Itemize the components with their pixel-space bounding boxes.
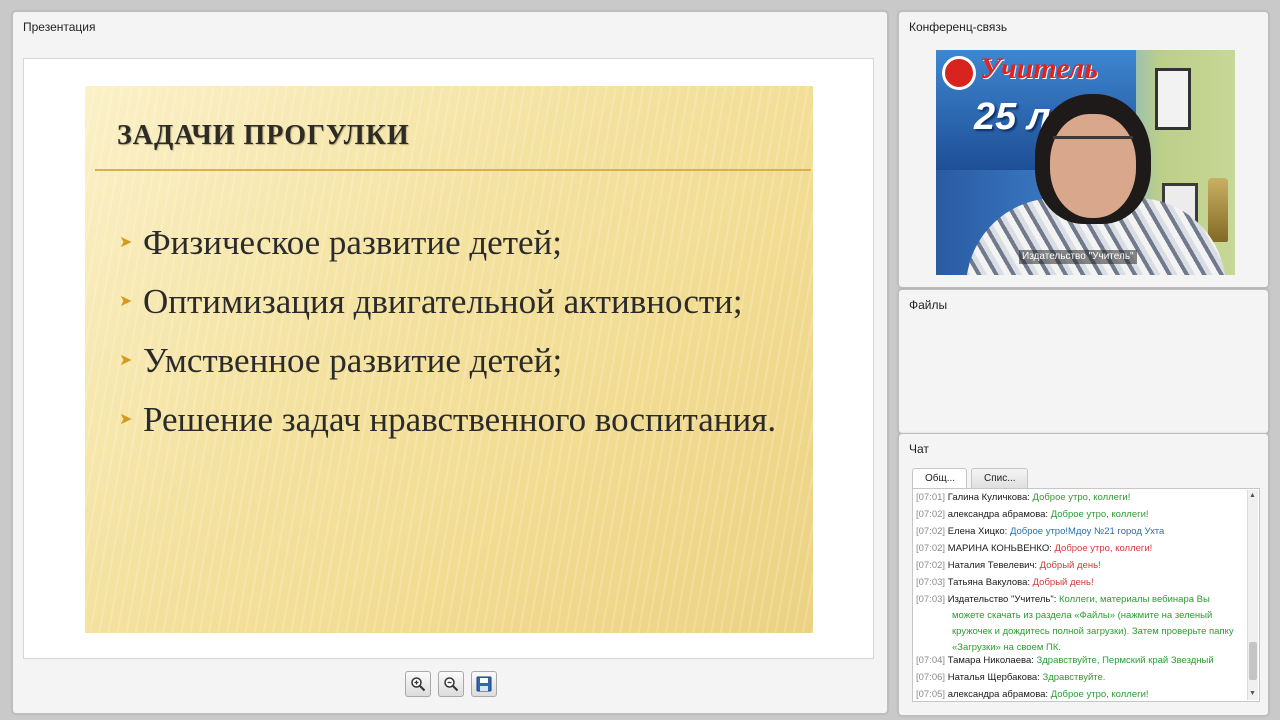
chat-scrollbar[interactable]: ▲ ▼ (1247, 490, 1258, 700)
files-title: Файлы (909, 298, 948, 312)
conference-title: Конференц-связь (909, 20, 1008, 34)
wall-certificate (1155, 68, 1191, 130)
arrow-bullet-icon: ➤ (119, 234, 133, 251)
arrow-bullet-icon: ➤ (119, 293, 133, 310)
slide: ЗАДАЧИ ПРОГУЛКИ ➤ Физическое развитие дет… (85, 86, 813, 633)
presentation-toolbar (405, 671, 501, 699)
banner-logo-text: Учитель (980, 52, 1098, 85)
video-caption: Издательство "Учитель" (1019, 250, 1137, 264)
chat-message: [07:03] Издательство "Учитель": Коллеги,… (916, 594, 1234, 653)
slide-bullet-list: ➤ Физическое развитие детей; ➤ Оптимизация… (119, 218, 799, 454)
chat-panel: Чат Общ... Спис... [07:01] Галина Куличк… (898, 433, 1269, 716)
chat-message: [07:02] Наталия Тевелевич: Добрый день! (916, 560, 1101, 571)
chat-message: [07:02] Елена Хицко: Доброе утро!Мдоу №2… (916, 526, 1165, 537)
slide-bullet: ➤ Умственное развитие детей; (119, 336, 799, 385)
scroll-down-icon[interactable]: ▼ (1249, 689, 1256, 699)
slide-bullet: ➤ Физическое развитие детей; (119, 218, 799, 267)
arrow-bullet-icon: ➤ (119, 411, 133, 428)
presenter-glasses (1053, 136, 1133, 153)
presentation-panel: Презентация ЗАДАЧИ ПРОГУЛКИ ➤ Физическое … (12, 11, 888, 714)
trophy (1208, 178, 1228, 242)
slide-bullet: ➤ Оптимизация двигательной активности; (119, 277, 799, 326)
chat-message: [07:02] александра абрамова: Доброе утро… (916, 509, 1149, 520)
arrow-bullet-icon: ➤ (119, 352, 133, 369)
chat-message: [07:02] МАРИНА КОНЬВЕНКО: Доброе утро, к… (916, 543, 1153, 554)
conference-panel: Конференц-связь Учитель 25 л Издательств… (898, 11, 1269, 288)
slide-viewport: ЗАДАЧИ ПРОГУЛКИ ➤ Физическое развитие дет… (23, 58, 874, 659)
chat-log[interactable]: [07:01] Галина Куличкова: Доброе утро, к… (912, 488, 1260, 702)
chat-message: [07:04] Тамара Николаева: Здравствуйте, … (916, 655, 1214, 666)
zoom-out-button[interactable] (438, 671, 464, 697)
slide-title: ЗАДАЧИ ПРОГУЛКИ (117, 120, 410, 151)
video-feed: Учитель 25 л Издательство "Учитель" (936, 50, 1235, 275)
chat-message: [07:05] александра абрамова: Доброе утро… (916, 689, 1149, 700)
files-panel: Файлы (898, 289, 1269, 434)
zoom-out-icon (444, 677, 459, 692)
tab-participant-list[interactable]: Спис... (971, 468, 1028, 489)
chat-message: [07:03] Татьяна Вакулова: Добрый день! (916, 577, 1094, 588)
zoom-in-button[interactable] (405, 671, 431, 697)
presentation-title: Презентация (23, 20, 96, 34)
chat-message: [07:01] Галина Куличкова: Доброе утро, к… (916, 492, 1131, 503)
save-button[interactable] (471, 671, 497, 697)
slide-title-rule (95, 169, 811, 171)
scroll-up-icon[interactable]: ▲ (1249, 491, 1256, 501)
chat-message: [07:06] Наталья Щербакова: Здравствуйте. (916, 672, 1106, 683)
tab-general-chat[interactable]: Общ... (912, 468, 967, 489)
save-icon (476, 676, 492, 692)
zoom-in-icon (411, 677, 426, 692)
publisher-logo-icon (942, 56, 976, 90)
slide-bullet: ➤ Решение задач нравственного воспитания. (119, 395, 799, 444)
presenter-face (1050, 114, 1136, 218)
chat-title: Чат (909, 442, 929, 456)
scrollbar-thumb[interactable] (1249, 642, 1257, 680)
